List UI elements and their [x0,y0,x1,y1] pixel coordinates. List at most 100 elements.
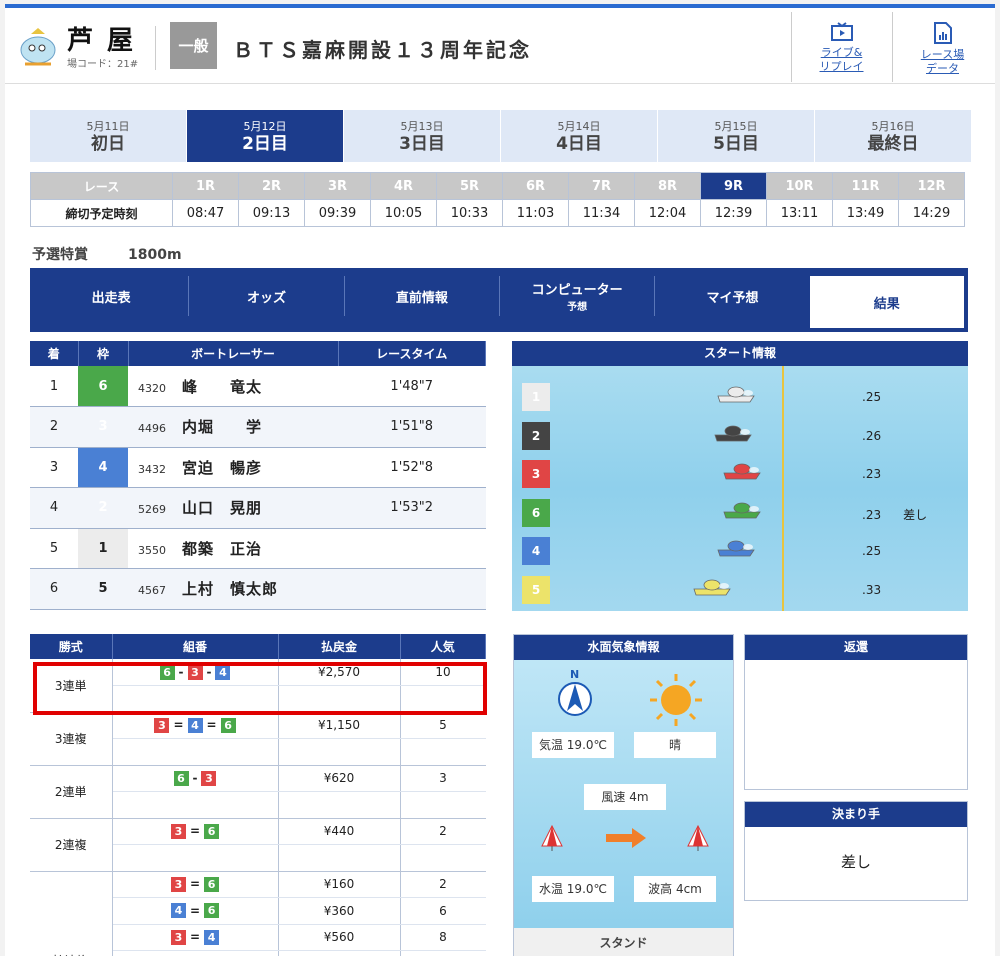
finish-position: 6 [30,568,78,610]
empty-cell [112,844,279,872]
tab-label: コンピューター [531,283,623,298]
racer-link[interactable]: 3432 宮迫 暢彦 [128,447,338,488]
day-tab-1[interactable]: 5月11日 初日 [30,110,186,162]
combo-boat: 4 [170,903,186,919]
day-tab-6[interactable]: 5月16日 最終日 [815,110,971,162]
day-tab-5[interactable]: 5月15日 5日目 [658,110,814,162]
boat-icon [717,386,755,403]
combo-separator: = [189,903,201,918]
race-8-tab[interactable]: 8R [634,172,701,200]
day-tab-2[interactable]: 5月12日 2日目 [187,110,343,162]
racer-name: 上村 慎太郎 [182,580,279,599]
race-7-tab[interactable]: 7R [568,172,635,200]
racer-number: 5269 [138,503,166,517]
live-replay-button[interactable]: ライブ& リプレイ [791,12,891,82]
racer-link[interactable]: 3550 都築 正治 [128,528,338,569]
start-row: 2 .26 [512,413,968,451]
day-date: 5月11日 [86,120,130,133]
race-title: ＢＴＳ嘉麻開設１３周年記念 [233,38,532,62]
race-5-tab[interactable]: 5R [436,172,503,200]
start-boat-number: 5 [522,575,550,604]
race-3-tab[interactable]: 3R [304,172,371,200]
race-6-time: 11:03 [502,199,569,227]
race-time: 1'51"8 [338,406,486,448]
bet-type: 2連複 [30,818,113,872]
north-label: N [570,668,579,681]
empty-cell [400,844,486,872]
refund-panel: 返還 [744,634,968,790]
day-tab-3[interactable]: 5月13日 3日目 [344,110,500,162]
day-date: 5月12日 [243,120,287,133]
tab-odds[interactable]: オッズ [189,276,345,316]
racer-link[interactable]: 4567 上村 慎太郎 [128,568,338,610]
combo-boat: 3 [154,717,170,733]
start-water: 1 .25 2 .26 3 .23 6 .23 差し 4 .25 5 .33 [512,366,968,611]
combo-boat: 3 [201,770,217,786]
combo-boat: 3 [170,876,186,892]
highlight-box [33,662,487,715]
mascot-logo [20,28,56,66]
race-8-time: 12:04 [634,199,701,227]
weather-title: 水面気象情報 [514,635,733,660]
result-row: 1 6 4320 峰 竜太 1'48"7 [30,366,486,407]
race-1-tab[interactable]: 1R [172,172,239,200]
combo-boat: 6 [204,903,220,919]
race-time: 1'48"7 [338,366,486,407]
payout-amount: ¥160 [278,871,401,898]
popularity: 3 [400,765,486,792]
col-bet-type: 勝式 [30,634,113,659]
race-2-tab[interactable]: 2R [238,172,305,200]
tab-label: 出走表 [91,290,131,306]
race-9-time: 12:39 [700,199,767,227]
empty-cell [112,738,279,766]
race-12-tab[interactable]: 12R [898,172,965,200]
race-4-tab[interactable]: 4R [370,172,437,200]
start-timing: .23 差し [862,507,928,522]
combo-boat: 3 [170,823,186,839]
tab-my-prediction[interactable]: マイ予想 [655,276,809,316]
day-tab-4[interactable]: 5月14日 4日目 [501,110,657,162]
combo-separator: = [206,718,217,733]
start-timing: .25 [862,544,882,558]
deadline-label: 締切予定時刻 [30,199,173,227]
boat-icon [723,463,761,480]
payout-row: 拡連複3=6¥1602 [30,871,486,956]
race-6-tab[interactable]: 6R [502,172,569,200]
racer-number: 3432 [138,462,166,476]
col-popularity: 人気 [400,634,486,659]
race-7-time: 11:34 [568,199,635,227]
tab-computer-prediction[interactable]: コンピューター 予想 [500,276,656,316]
frame-number: 4 [78,447,128,488]
start-boat-number: 1 [522,383,550,411]
start-boat-number: 4 [522,537,550,565]
racer-link[interactable]: 4320 峰 竜太 [128,366,338,407]
racer-link[interactable]: 4496 内堀 学 [128,406,338,448]
combination: 4 = 6 [112,897,279,925]
racer-link[interactable]: 5269 山口 晃朋 [128,487,338,529]
tab-entries[interactable]: 出走表 [34,276,190,316]
popularity: 8 [400,924,486,951]
race-9-tab[interactable]: 9R [700,172,767,200]
tab-results[interactable]: 結果 [809,276,964,328]
kimarite-title: 決まり手 [745,802,967,827]
start-timing: .25 [862,390,882,404]
tab-before-info[interactable]: 直前情報 [345,276,500,316]
race-11-tab[interactable]: 11R [832,172,899,200]
empty-cell [400,950,486,956]
combo-boat: 6 [220,717,236,733]
racer-number: 4567 [138,584,166,598]
frame-number: 2 [78,487,128,529]
wind-speed: 風速 4m [584,784,666,810]
col-frame: 枠 [78,341,129,366]
day-name: 最終日 [867,134,919,154]
combo-separator: = [173,718,184,733]
tab-label: 直前情報 [395,290,448,306]
racer-name: 都築 正治 [182,539,263,558]
start-boat-number: 3 [522,460,550,488]
racer-name: 山口 晃朋 [182,499,263,518]
race-10-tab[interactable]: 10R [766,172,833,200]
col-combination: 組番 [112,634,279,659]
venue-data-button[interactable]: レース場 データ [892,12,992,82]
race-label: レース [30,172,173,200]
day-date: 5月13日 [400,120,444,133]
